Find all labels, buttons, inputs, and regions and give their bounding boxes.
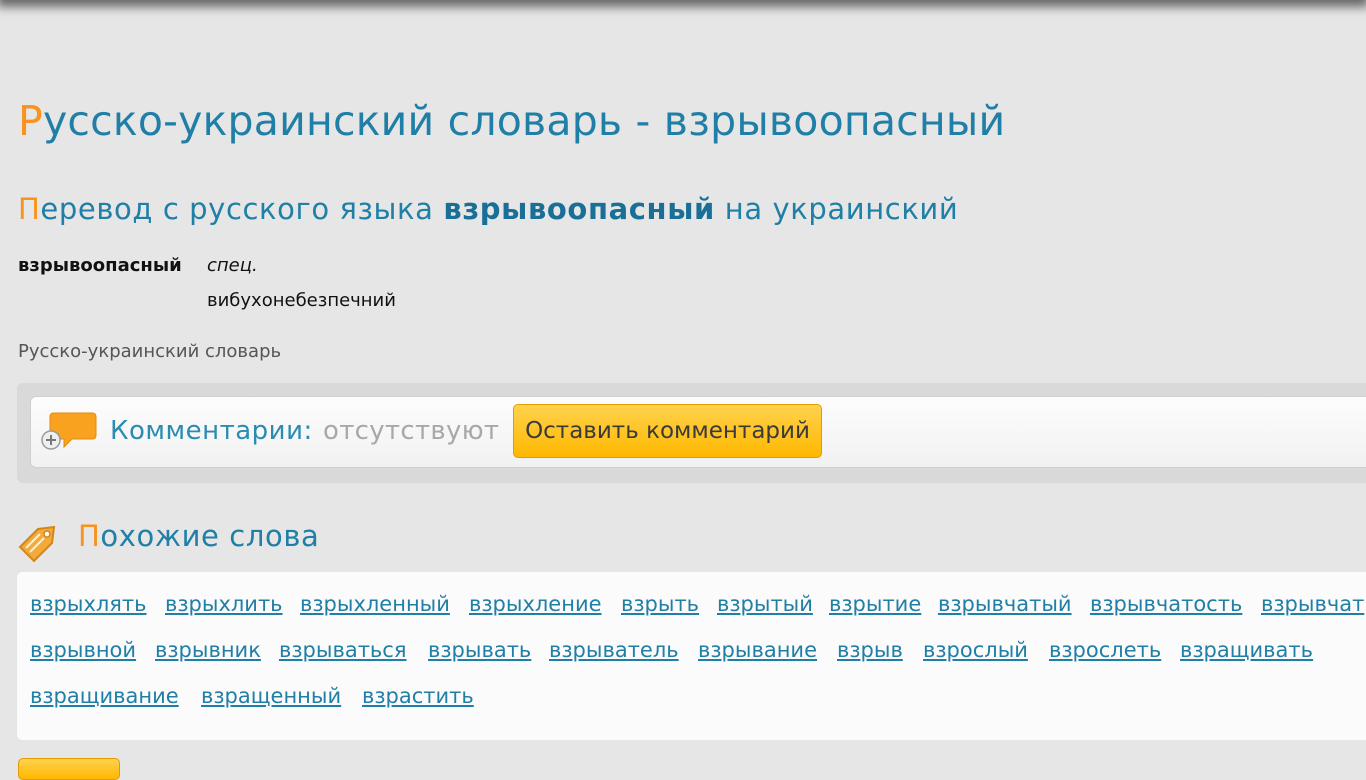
page-title-text: усско-украинский словарь - взрывоопасный: [42, 97, 1006, 145]
partial-yellow-button[interactable]: [18, 758, 120, 780]
translation-heading-after: на украинский: [714, 192, 959, 226]
similar-words-heading-text: охожие слова: [100, 519, 320, 553]
similar-word-link[interactable]: взрыхленный: [300, 592, 450, 616]
similar-word-link[interactable]: взрыхлить: [165, 592, 283, 616]
similar-word-link[interactable]: взрывной: [30, 638, 136, 662]
entry-usage-marker: спец.: [207, 255, 258, 276]
similar-word-link[interactable]: взрыть: [621, 592, 699, 616]
similar-word-link[interactable]: взращивание: [30, 684, 179, 708]
leave-comment-button[interactable]: Оставить комментарий: [513, 404, 822, 458]
page-title-initial: Р: [18, 97, 43, 145]
similar-words-heading: Похожие слова: [78, 519, 319, 553]
similar-word-link[interactable]: взрывчатый: [938, 592, 1072, 616]
translation-heading-word: взрывоопасный: [443, 192, 715, 226]
similar-word-link[interactable]: взрывать: [428, 638, 531, 662]
similar-words-heading-initial: П: [78, 519, 101, 553]
similar-word-link[interactable]: взрыхлять: [30, 592, 147, 616]
similar-words-panel: взрыхлять взрыхлить взрыхленный взрыхлен…: [17, 572, 1366, 740]
similar-word-link[interactable]: взрыхление: [469, 592, 602, 616]
add-comment-icon: [41, 412, 97, 450]
similar-word-link[interactable]: взрывчатость: [1090, 592, 1242, 616]
similar-word-link[interactable]: взрастить: [362, 684, 474, 708]
translation-heading-initial: П: [18, 192, 41, 226]
page-title: Русско-украинский словарь - взрывоопасны…: [18, 97, 1005, 145]
dictionary-source: Русско-украинский словарь: [18, 341, 282, 362]
similar-word-link[interactable]: взрытый: [717, 592, 813, 616]
similar-word-link[interactable]: взрывчат: [1261, 592, 1364, 616]
similar-word-link[interactable]: взращенный: [201, 684, 341, 708]
comments-status: отсутствуют: [323, 416, 500, 446]
entry-headword: взрывоопасный: [18, 255, 182, 276]
similar-word-link[interactable]: взрываться: [279, 638, 407, 662]
tag-icon: [18, 525, 56, 563]
similar-word-link[interactable]: взрывание: [698, 638, 817, 662]
translation-heading: Перевод с русского языка взрывоопасный н…: [18, 192, 958, 226]
similar-word-link[interactable]: взращивать: [1180, 638, 1313, 662]
similar-word-link[interactable]: взрытие: [829, 592, 921, 616]
comments-label: Комментарии:: [110, 416, 313, 446]
entry-translation: вибухонебезпечний: [207, 290, 396, 311]
similar-word-link[interactable]: взрыв: [837, 638, 903, 662]
similar-word-link[interactable]: взрослеть: [1049, 638, 1161, 662]
similar-word-link[interactable]: взрывник: [155, 638, 261, 662]
similar-word-link[interactable]: взрослый: [923, 638, 1028, 662]
similar-word-link[interactable]: взрыватель: [549, 638, 679, 662]
translation-heading-before: еревод с русского языка: [40, 192, 444, 226]
